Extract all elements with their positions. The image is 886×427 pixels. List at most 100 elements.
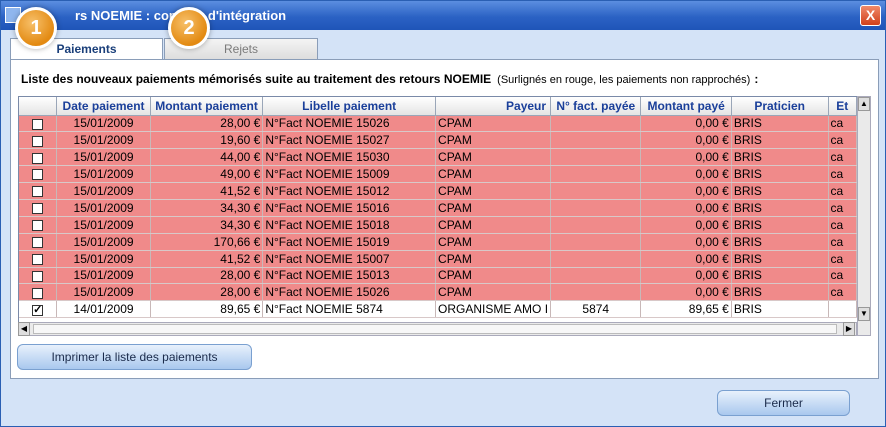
cell-etat: ca <box>828 182 857 200</box>
cell-payeur: CPAM <box>435 233 552 251</box>
cell-date: 15/01/2009 <box>56 199 151 217</box>
table-row[interactable]: 15/01/2009 41,52 € N°Fact NOEMIE 15007 CPAM… <box>19 250 857 268</box>
cell-etat: ca <box>828 148 857 167</box>
cell-select <box>19 267 58 285</box>
table-row[interactable]: 14/01/200989,65 €N°Fact NOEMIE 5874ORGAN… <box>19 300 857 319</box>
vertical-scrollbar[interactable]: ▲ ▼ <box>857 96 871 336</box>
scroll-down-arrow-icon[interactable]: ▼ <box>858 307 870 321</box>
cell-payeur: CPAM <box>435 267 552 285</box>
cell-libelle: N°Fact NOEMIE 15030 <box>262 148 437 167</box>
cell-praticien: BRIS <box>731 250 829 268</box>
cell-facture <box>550 216 642 234</box>
horizontal-scrollbar[interactable]: ◀ ▶ <box>18 322 857 336</box>
step-badge-2: 2 <box>168 7 210 49</box>
column-header-montant[interactable]: Montant paiement <box>150 97 264 116</box>
row-checkbox[interactable] <box>32 220 44 232</box>
row-checkbox[interactable] <box>32 270 44 282</box>
row-checkbox[interactable] <box>32 169 44 181</box>
cell-montant-paye: 0,00 € <box>640 283 732 302</box>
row-checkbox[interactable] <box>32 287 44 299</box>
column-header-praticien[interactable]: Praticien <box>731 97 829 116</box>
row-checkbox[interactable] <box>32 203 44 215</box>
row-checkbox[interactable] <box>32 135 44 147</box>
scroll-right-arrow-icon[interactable]: ▶ <box>843 322 855 336</box>
cell-date: 15/01/2009 <box>56 182 151 200</box>
payments-grid[interactable]: Date paiement Montant paiement Libelle p… <box>18 96 858 336</box>
table-row[interactable]: 15/01/2009 170,66 € N°Fact NOEMIE 15019 CPA… <box>19 233 857 251</box>
cell-libelle: N°Fact NOEMIE 15007 <box>262 250 437 268</box>
caption-colon: : <box>754 72 759 86</box>
cell-etat <box>828 300 857 319</box>
cell-montant: 28,00 € <box>150 283 264 302</box>
cell-etat: ca <box>828 131 857 150</box>
row-checkbox[interactable] <box>32 152 44 164</box>
table-row[interactable]: 15/01/2009 41,52 € N°Fact NOEMIE 15012 CPAM… <box>19 182 857 200</box>
cell-montant-paye: 89,65 € <box>640 300 732 319</box>
row-checkbox[interactable] <box>32 118 44 130</box>
table-row[interactable]: 15/01/2009 49,00 € N°Fact NOEMIE 15009 CPAM… <box>19 165 857 184</box>
title-bar[interactable]: rs NOEMIE : compt u d'intégration X <box>1 1 885 30</box>
cell-select <box>19 216 58 234</box>
cell-payeur: CPAM <box>435 250 552 268</box>
table-row[interactable]: 15/01/2009 28,00 € N°Fact NOEMIE 15026 CPAM… <box>19 115 857 133</box>
column-header-select[interactable] <box>19 97 58 116</box>
cell-praticien: BRIS <box>731 300 829 319</box>
column-header-libelle[interactable]: Libelle paiement <box>262 97 437 116</box>
cell-select <box>19 131 58 150</box>
row-checkbox[interactable] <box>32 303 44 316</box>
row-checkbox[interactable] <box>32 186 44 198</box>
cell-payeur: CPAM <box>435 216 552 234</box>
cell-etat: ca <box>828 250 857 268</box>
column-header-montant-paye[interactable]: Montant payé <box>640 97 732 116</box>
cell-date: 15/01/2009 <box>56 216 151 234</box>
cell-montant: 44,00 € <box>150 148 264 167</box>
table-row[interactable]: 15/01/2009 34,30 € N°Fact NOEMIE 15018 CPAM… <box>19 216 857 234</box>
table-row[interactable]: 15/01/2009 28,00 € N°Fact NOEMIE 15013 CPAM… <box>19 267 857 285</box>
cell-libelle: N°Fact NOEMIE 15026 <box>262 115 437 133</box>
cell-libelle: N°Fact NOEMIE 15012 <box>262 182 437 200</box>
print-payments-button[interactable]: Imprimer la liste des paiements <box>17 344 252 370</box>
cell-praticien: BRIS <box>731 131 829 150</box>
cell-praticien: BRIS <box>731 283 829 302</box>
cell-libelle: N°Fact NOEMIE 15009 <box>262 165 437 184</box>
cell-praticien: BRIS <box>731 233 829 251</box>
scroll-left-arrow-icon[interactable]: ◀ <box>18 322 30 336</box>
row-checkbox[interactable] <box>32 253 44 265</box>
cell-facture <box>550 283 642 302</box>
column-header-date[interactable]: Date paiement <box>56 97 151 116</box>
cell-payeur: CPAM <box>435 199 552 217</box>
cell-select <box>19 300 58 319</box>
cell-montant-paye: 0,00 € <box>640 115 732 133</box>
cell-payeur: CPAM <box>435 148 552 167</box>
horizontal-scroll-thumb[interactable] <box>33 324 837 334</box>
cell-etat: ca <box>828 216 857 234</box>
scroll-up-arrow-icon[interactable]: ▲ <box>858 97 870 111</box>
cell-date: 15/01/2009 <box>56 115 151 133</box>
dialog-window: rs NOEMIE : compt u d'intégration X Paie… <box>0 0 886 427</box>
cell-facture <box>550 115 642 133</box>
table-row[interactable]: 15/01/2009 44,00 € N°Fact NOEMIE 15030 CPAM… <box>19 148 857 167</box>
column-header-facture[interactable]: N° fact. payée <box>550 97 642 116</box>
cell-payeur: ORGANISME AMO I <box>435 300 552 319</box>
cell-montant: 170,66 € <box>150 233 264 251</box>
cell-libelle: N°Fact NOEMIE 15016 <box>262 199 437 217</box>
cell-date: 15/01/2009 <box>56 165 151 184</box>
cell-facture <box>550 250 642 268</box>
close-window-button[interactable]: X <box>860 5 881 26</box>
close-button[interactable]: Fermer <box>717 390 850 416</box>
cell-facture <box>550 199 642 217</box>
list-caption: Liste des nouveaux paiements mémorisés s… <box>21 72 758 86</box>
table-row[interactable]: 15/01/2009 28,00 € N°Fact NOEMIE 15026 CPAM… <box>19 283 857 302</box>
cell-libelle: N°Fact NOEMIE 15018 <box>262 216 437 234</box>
column-header-payeur[interactable]: Payeur <box>435 97 552 116</box>
table-row[interactable]: 15/01/2009 19,60 € N°Fact NOEMIE 15027 CPAM… <box>19 131 857 150</box>
column-header-etat[interactable]: Et <box>828 97 857 116</box>
cell-montant-paye: 0,00 € <box>640 199 732 217</box>
table-row[interactable]: 15/01/2009 34,30 € N°Fact NOEMIE 15016 CPAM… <box>19 199 857 217</box>
cell-etat: ca <box>828 233 857 251</box>
payments-panel: Liste des nouveaux paiements mémorisés s… <box>10 59 879 379</box>
row-checkbox[interactable] <box>32 237 44 248</box>
cell-etat: ca <box>828 165 857 184</box>
cell-etat: ca <box>828 283 857 302</box>
cell-facture <box>550 267 642 285</box>
